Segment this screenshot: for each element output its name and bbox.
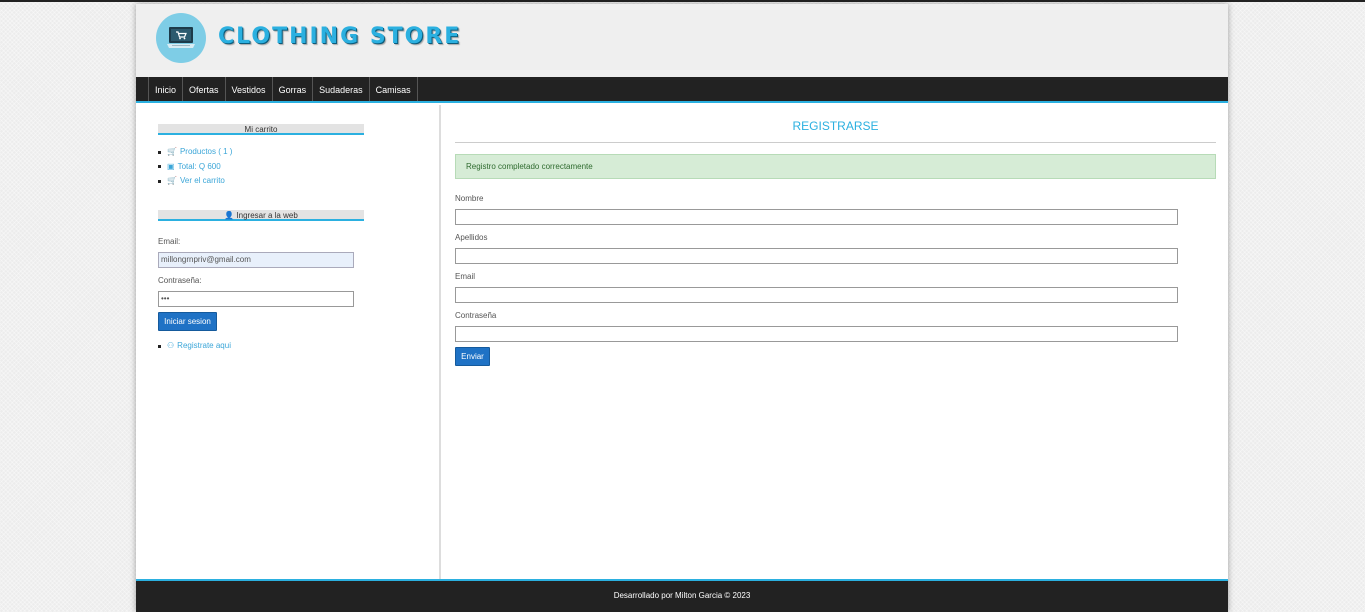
apellidos-input[interactable]: [455, 248, 1178, 264]
login-title-label: Ingresar a la web: [236, 211, 298, 220]
footer: Desarrollado por Milton Garcia © 2023: [136, 579, 1228, 612]
cart-products-label: Productos ( 1 ): [179, 147, 233, 157]
cart-total-label: Total: Q 600: [177, 161, 221, 171]
user-plus-icon: ⚇: [167, 341, 175, 351]
nav-item-gorras[interactable]: Gorras: [271, 77, 313, 101]
main-nav: Inicio Ofertas Vestidos Gorras Sudaderas…: [136, 77, 1228, 103]
main-content: REGISTRARSE Registro completado correcta…: [443, 105, 1228, 579]
cart-icon: 🛒: [167, 176, 177, 186]
register-link-label: Registrate aqui: [177, 341, 231, 351]
email-label: Email:: [158, 237, 181, 246]
email-field-label: Email: [455, 272, 476, 281]
nav-item-vestidos[interactable]: Vestidos: [224, 77, 272, 101]
cart-item-view[interactable]: 🛒 Ver el carrito: [158, 174, 232, 189]
nav-item-camisas[interactable]: Camisas: [368, 77, 418, 101]
title-divider: [455, 142, 1216, 143]
header: CLOTHING STORE: [136, 4, 1228, 77]
email-field[interactable]: [455, 287, 1178, 303]
nombre-input[interactable]: [455, 209, 1178, 225]
login-section-title: 👤 Ingresar a la web: [158, 210, 364, 221]
cart-laptop-icon: [167, 27, 195, 48]
login-email-input[interactable]: millongrnpriv@gmail.com: [158, 252, 354, 268]
success-alert: Registro completado correctamente: [455, 154, 1216, 179]
cart-item-products[interactable]: 🛒 Productos ( 1 ): [158, 145, 232, 160]
nav-item-ofertas[interactable]: Ofertas: [182, 77, 225, 101]
nav-item-sudaderas[interactable]: Sudaderas: [312, 77, 369, 101]
nombre-label: Nombre: [455, 194, 484, 203]
cart-list: 🛒 Productos ( 1 ) ▣ Total: Q 600 🛒 Ver e…: [158, 145, 232, 189]
password-label: Contraseña:: [158, 276, 202, 285]
site-brand[interactable]: CLOTHING STORE: [218, 24, 461, 49]
sidebar: Mi carrito 🛒 Productos ( 1 ) ▣ Total: Q …: [136, 105, 441, 579]
login-password-input[interactable]: •••: [158, 291, 354, 307]
register-link[interactable]: ⚇ Registrate aqui: [158, 339, 231, 354]
contrasena-input[interactable]: [455, 326, 1178, 342]
cart-section-title: Mi carrito: [158, 124, 364, 135]
nav-item-inicio[interactable]: Inicio: [148, 77, 182, 101]
view-cart-label: Ver el carrito: [179, 176, 225, 186]
register-list: ⚇ Registrate aqui: [158, 339, 231, 354]
logo[interactable]: [156, 13, 206, 63]
money-icon: ▣: [167, 161, 175, 171]
submit-button[interactable]: Enviar: [455, 347, 490, 366]
page-title: REGISTRARSE: [792, 119, 879, 133]
apellidos-label: Apellidos: [455, 233, 488, 242]
contrasena-label: Contraseña: [455, 311, 497, 320]
cart-item-total[interactable]: ▣ Total: Q 600: [158, 160, 232, 175]
cart-icon: 🛒: [167, 147, 177, 157]
login-button[interactable]: Iniciar sesion: [158, 312, 217, 331]
user-icon: 👤: [224, 211, 235, 220]
page-container: CLOTHING STORE Inicio Ofertas Vestidos G…: [136, 4, 1228, 612]
